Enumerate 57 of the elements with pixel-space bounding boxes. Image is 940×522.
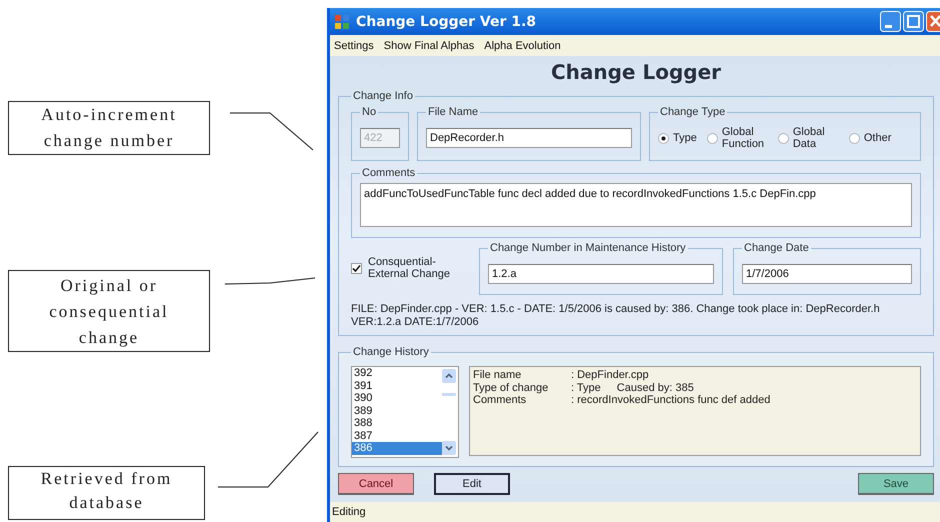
detail-label: Comments <box>473 394 528 406</box>
close-icon[interactable] <box>926 11 940 32</box>
menu-item[interactable]: Show Final Alphas <box>384 40 474 52</box>
list-item[interactable]: 387 <box>352 430 442 442</box>
radio-button[interactable] <box>658 132 669 144</box>
menu-item[interactable]: Settings <box>334 40 374 52</box>
detail-value: : DepFinder.cpp <box>571 369 649 382</box>
scroll-up-icon[interactable] <box>442 369 456 383</box>
status-text: Editing <box>332 506 366 518</box>
minimize-icon[interactable] <box>880 11 901 32</box>
radio-label: Global Data <box>792 126 826 150</box>
list-item[interactable]: 389 <box>352 404 442 417</box>
callout-label: Retrieved from database <box>8 466 205 520</box>
checkbox[interactable] <box>351 262 362 274</box>
radio-button[interactable] <box>848 132 860 144</box>
radio-label: Global Function <box>722 126 766 150</box>
edit-button[interactable]: Edit <box>434 473 510 495</box>
form-heading: Change Logger <box>550 60 722 86</box>
detail-value: : recordInvokedFunctions func def added <box>571 394 770 406</box>
field-label: Change Date <box>743 242 810 254</box>
detail-label: Type of change <box>473 382 550 394</box>
list-item[interactable]: 392 <box>352 367 442 380</box>
checkbox-label: Consquential-External Change <box>368 256 451 280</box>
field-label: Change Type <box>659 106 726 118</box>
field-label: Change Number in Maintenance History <box>489 242 687 254</box>
scroll-thumb[interactable] <box>442 393 456 396</box>
field-label: No <box>361 106 378 118</box>
radio-label: Other <box>864 132 892 144</box>
maximize-icon[interactable] <box>903 11 924 32</box>
cancel-button[interactable]: Cancel <box>338 473 414 495</box>
group-title: Change Info <box>352 90 414 102</box>
callout-label: Auto-increment change number <box>8 101 210 155</box>
detail-label: File name <box>473 369 522 382</box>
radio-button[interactable] <box>778 132 789 144</box>
change-number-field[interactable]: 1.2.a <box>488 264 714 284</box>
menu-item[interactable]: Alpha Evolution <box>484 40 561 52</box>
list-item[interactable]: 388 <box>352 417 442 430</box>
save-button[interactable]: Save <box>858 473 934 495</box>
change-summary: FILE: DepFinder.cpp - VER: 1.5.c - DATE: 1/5/2006 is caused by: 386. Change took place in: DepRecorder.h VER:1.2.a DATE:1/7/2006 <box>351 303 881 329</box>
detail-value: Caused by: 385 <box>616 382 694 394</box>
window-title: Change Logger Ver 1.8 <box>356 14 536 30</box>
list-item[interactable]: 391 <box>352 380 442 392</box>
group-title: Change History <box>352 346 430 358</box>
file-name-field[interactable]: DepRecorder.h <box>426 128 632 148</box>
scrollbar[interactable] <box>442 367 458 457</box>
list-item[interactable]: 386 <box>352 442 442 454</box>
list-item[interactable]: 390 <box>352 392 442 404</box>
radio-label: Type <box>673 132 697 144</box>
detail-value: : Type <box>571 382 601 394</box>
field-label: File Name <box>427 106 480 118</box>
scroll-down-icon[interactable] <box>442 441 456 455</box>
callout-label: Original or consequential change <box>8 270 210 352</box>
app-icon <box>334 14 350 30</box>
comments-field[interactable]: addFuncToUsedFuncTable func decl added due to recordInvokedFunctions 1.5.c DepFin.cpp <box>360 183 912 227</box>
date-field[interactable]: 1/7/2006 <box>742 264 912 284</box>
field-label: Comments <box>361 167 416 179</box>
radio-button[interactable] <box>706 132 718 144</box>
